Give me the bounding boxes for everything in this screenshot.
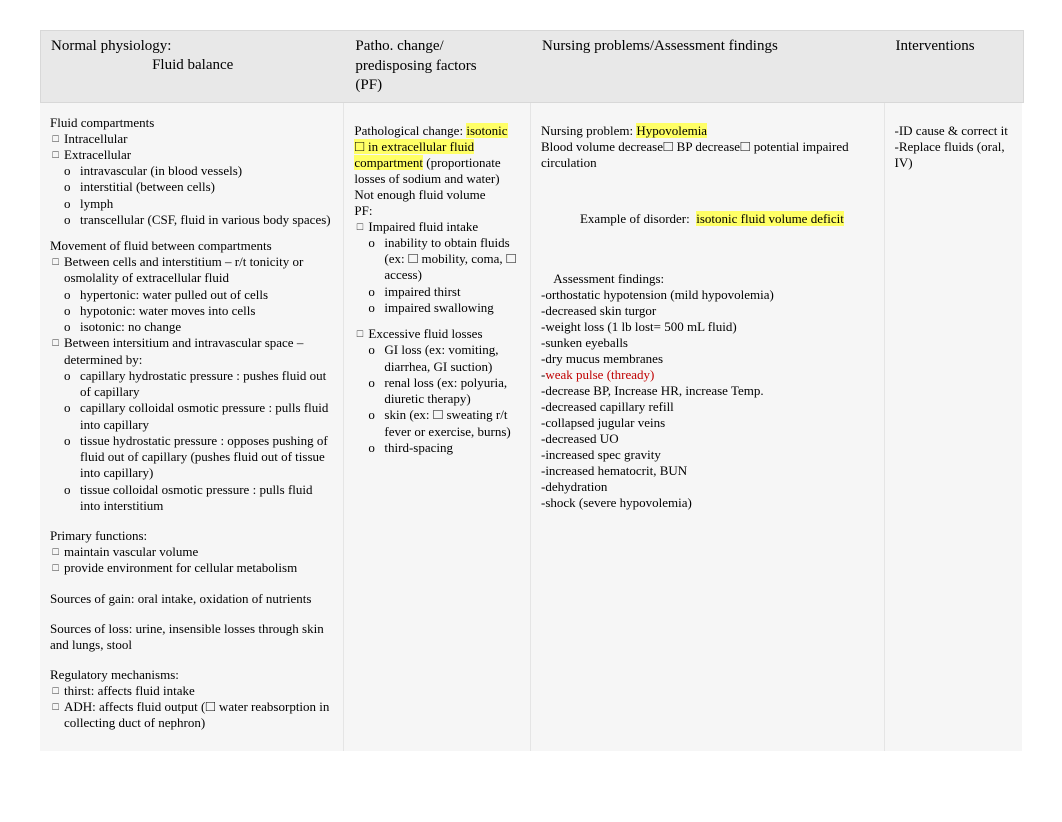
finding-text: -increased hematocrit, BUN bbox=[541, 463, 874, 479]
list-item: interstitial (between cells) bbox=[80, 179, 333, 195]
section-title: Regulatory mechanisms: bbox=[50, 667, 333, 683]
document-table: Normal physiology: Fluid balance Patho. … bbox=[40, 30, 1022, 751]
list: maintain vascular volume provide environ… bbox=[64, 544, 333, 577]
list-item: Excessive fluid losses bbox=[368, 326, 520, 342]
example-disorder-text: Example of disorder: isotonic fluid volu… bbox=[541, 195, 874, 243]
finding-text: -weak pulse (thready) bbox=[541, 367, 874, 383]
assessment-title: Assessment findings: bbox=[541, 271, 874, 287]
list-item: skin (ex: 🞎 sweating r/t fever or exerci… bbox=[384, 407, 520, 440]
finding-text: -decrease BP, Increase HR, increase Temp… bbox=[541, 383, 874, 399]
list-item: impaired thirst bbox=[384, 284, 520, 300]
finding-text: -orthostatic hypotension (mild hypovolem… bbox=[541, 287, 874, 303]
body-text: Sources of gain: oral intake, oxidation … bbox=[50, 591, 333, 607]
list-item: Between intersitium and intravascular sp… bbox=[64, 335, 333, 368]
body-col-interventions: -ID cause & correct it -Replace fluids (… bbox=[885, 103, 1022, 752]
list: thirst: affects fluid intake ADH: affect… bbox=[64, 683, 333, 732]
section-title: Fluid compartments bbox=[50, 115, 333, 131]
list-item: impaired swallowing bbox=[384, 300, 520, 316]
list-item: GI loss (ex: vomiting, diarrhea, GI suct… bbox=[384, 342, 520, 375]
sublist: GI loss (ex: vomiting, diarrhea, GI suct… bbox=[384, 342, 520, 456]
list-item: hypotonic: water moves into cells bbox=[80, 303, 333, 319]
list-item: provide environment for cellular metabol… bbox=[64, 560, 333, 576]
body-text: Sources of loss: urine, insensible losse… bbox=[50, 621, 333, 653]
red-text: weak pulse (thready) bbox=[545, 367, 654, 382]
finding-text: -collapsed jugular veins bbox=[541, 415, 874, 431]
list: Between intersitium and intravascular sp… bbox=[64, 335, 333, 368]
list-item: thirst: affects fluid intake bbox=[64, 683, 333, 699]
body-col-patho: Pathological change: isotonic 🞎 in extra… bbox=[344, 103, 531, 752]
header-col-physiology: Normal physiology: Fluid balance bbox=[41, 31, 345, 102]
list-item: maintain vascular volume bbox=[64, 544, 333, 560]
text: Pathological change: bbox=[354, 123, 466, 138]
sublist: intravascular (in blood vessels) interst… bbox=[80, 163, 333, 228]
list-item: hypertonic: water pulled out of cells bbox=[80, 287, 333, 303]
list-item: ADH: affects fluid output (🞎 water reabs… bbox=[64, 699, 333, 732]
list-item: isotonic: no change bbox=[80, 319, 333, 335]
highlighted-text: Hypovolemia bbox=[636, 123, 707, 138]
finding-text: -sunken eyeballs bbox=[541, 335, 874, 351]
list-item: Between cells and interstitium – r/t ton… bbox=[64, 254, 333, 287]
list-item: intravascular (in blood vessels) bbox=[80, 163, 333, 179]
header-text: Nursing problems/Assessment findings bbox=[542, 37, 875, 57]
list: Between cells and interstitium – r/t ton… bbox=[64, 254, 333, 287]
list-item: renal loss (ex: polyuria, diuretic thera… bbox=[384, 375, 520, 408]
text: Nursing problem: bbox=[541, 123, 636, 138]
body-row: Fluid compartments Intracellular Extrace… bbox=[40, 103, 1022, 752]
patho-change-text: Pathological change: isotonic 🞎 in extra… bbox=[354, 123, 520, 203]
list-item: Impaired fluid intake bbox=[368, 219, 520, 235]
list-item: third-spacing bbox=[384, 440, 520, 456]
list: Excessive fluid losses bbox=[368, 326, 520, 342]
finding-text: -decreased skin turgor bbox=[541, 303, 874, 319]
list-item: tissue colloidal osmotic pressure : pull… bbox=[80, 482, 333, 515]
sublist: hypertonic: water pulled out of cells hy… bbox=[80, 287, 333, 336]
header-col-interventions: Interventions bbox=[886, 31, 1023, 102]
finding-text: -decreased capillary refill bbox=[541, 399, 874, 415]
list-item: Extracellular bbox=[64, 147, 333, 163]
sublist: capillary hydrostatic pressure : pushes … bbox=[80, 368, 333, 514]
text: Example of disorder: bbox=[567, 211, 696, 226]
list: Intracellular Extracellular bbox=[64, 131, 333, 164]
header-text: Fluid balance bbox=[51, 57, 334, 74]
header-text: Patho. change/ bbox=[355, 37, 521, 57]
body-col-physiology: Fluid compartments Intracellular Extrace… bbox=[40, 103, 344, 752]
list-item: capillary colloidal osmotic pressure : p… bbox=[80, 400, 333, 433]
finding-text: -dehydration bbox=[541, 479, 874, 495]
list-item: tissue hydrostatic pressure : opposes pu… bbox=[80, 433, 333, 482]
list-item: transcellular (CSF, fluid in various bod… bbox=[80, 212, 333, 228]
list: Impaired fluid intake bbox=[368, 219, 520, 235]
header-col-nursing: Nursing problems/Assessment findings bbox=[532, 31, 886, 102]
intervention-text: -ID cause & correct it bbox=[895, 123, 1012, 139]
list-item: lymph bbox=[80, 196, 333, 212]
header-row: Normal physiology: Fluid balance Patho. … bbox=[40, 30, 1024, 103]
header-text: Normal physiology: bbox=[51, 37, 334, 57]
sublist: inability to obtain fluids (ex: 🞎 mobili… bbox=[384, 235, 520, 316]
list-item: capillary hydrostatic pressure : pushes … bbox=[80, 368, 333, 401]
finding-text: -weight loss (1 lb lost= 500 mL fluid) bbox=[541, 319, 874, 335]
highlighted-text: isotonic fluid volume deficit bbox=[696, 211, 844, 226]
section-title: Primary functions: bbox=[50, 528, 333, 544]
section-title: Movement of fluid between compartments bbox=[50, 238, 333, 254]
header-text: predisposing factors bbox=[355, 57, 521, 77]
list-item: Intracellular bbox=[64, 131, 333, 147]
header-text: Interventions bbox=[896, 37, 1013, 57]
finding-text: -decreased UO bbox=[541, 431, 874, 447]
body-col-nursing: Nursing problem: Hypovolemia Blood volum… bbox=[531, 103, 885, 752]
nursing-problem-text: Nursing problem: Hypovolemia bbox=[541, 123, 874, 139]
header-text: (PF) bbox=[355, 76, 521, 96]
finding-text: -dry mucus membranes bbox=[541, 351, 874, 367]
finding-text: -shock (severe hypovolemia) bbox=[541, 495, 874, 511]
finding-text: -increased spec gravity bbox=[541, 447, 874, 463]
list-item: inability to obtain fluids (ex: 🞎 mobili… bbox=[384, 235, 520, 284]
header-col-patho: Patho. change/ predisposing factors (PF) bbox=[345, 31, 532, 102]
pf-label: PF: bbox=[354, 203, 520, 219]
body-text: Blood volume decrease🞎 BP decrease🞎 pote… bbox=[541, 139, 874, 171]
intervention-text: -Replace fluids (oral, IV) bbox=[895, 139, 1012, 171]
